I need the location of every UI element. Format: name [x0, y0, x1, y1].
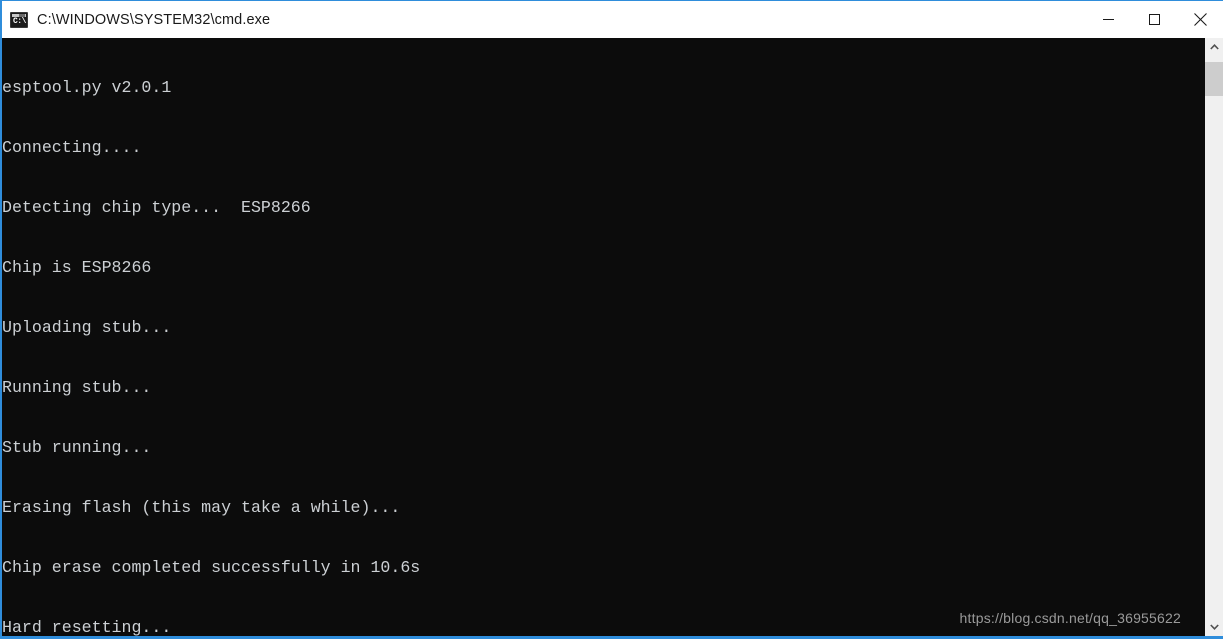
title-bar[interactable]: C:\ C:\WINDOWS\SYSTEM32\cmd.exe [2, 0, 1223, 38]
console-line: Chip erase completed successfully in 10.… [2, 558, 421, 577]
console-output-area[interactable]: esptool.py v2.0.1 Connecting.... Detecti… [2, 38, 1205, 636]
watermark-text: https://blog.csdn.net/qq_36955622 [959, 610, 1181, 626]
close-icon [1193, 13, 1207, 26]
title-bar-left: C:\ C:\WINDOWS\SYSTEM32\cmd.exe [2, 11, 1085, 28]
console-line: esptool.py v2.0.1 [2, 78, 172, 97]
chevron-down-icon [1209, 624, 1219, 630]
window-title: C:\WINDOWS\SYSTEM32\cmd.exe [37, 11, 271, 28]
scrollbar-thumb[interactable] [1205, 62, 1223, 96]
console-line: Stub running... [2, 438, 152, 457]
scroll-down-button[interactable] [1205, 618, 1223, 636]
maximize-button[interactable] [1131, 1, 1177, 39]
console-line: Detecting chip type... ESP8266 [2, 198, 311, 217]
vertical-scrollbar[interactable] [1205, 38, 1223, 636]
console-line: Hard resetting... [2, 618, 172, 636]
chevron-up-icon [1209, 44, 1219, 50]
maximize-icon [1148, 14, 1160, 25]
console-line: Connecting.... [2, 138, 142, 157]
cmd-console-icon: C:\ [10, 11, 28, 28]
window-controls [1085, 1, 1223, 39]
console-line: Running stub... [2, 378, 152, 397]
icon-prompt-glyph: C:\ [13, 16, 26, 26]
console-text: esptool.py v2.0.1 Connecting.... Detecti… [2, 38, 420, 636]
console-line: Uploading stub... [2, 318, 172, 337]
close-button[interactable] [1177, 1, 1223, 39]
minimize-button[interactable] [1085, 1, 1131, 39]
console-line: Erasing flash (this may take a while)... [2, 498, 401, 517]
console-line: Chip is ESP8266 [2, 258, 152, 277]
minimize-icon [1102, 19, 1114, 20]
cmd-window: C:\ C:\WINDOWS\SYSTEM32\cmd.exe esptool.… [0, 0, 1223, 639]
scroll-up-button[interactable] [1205, 38, 1223, 56]
